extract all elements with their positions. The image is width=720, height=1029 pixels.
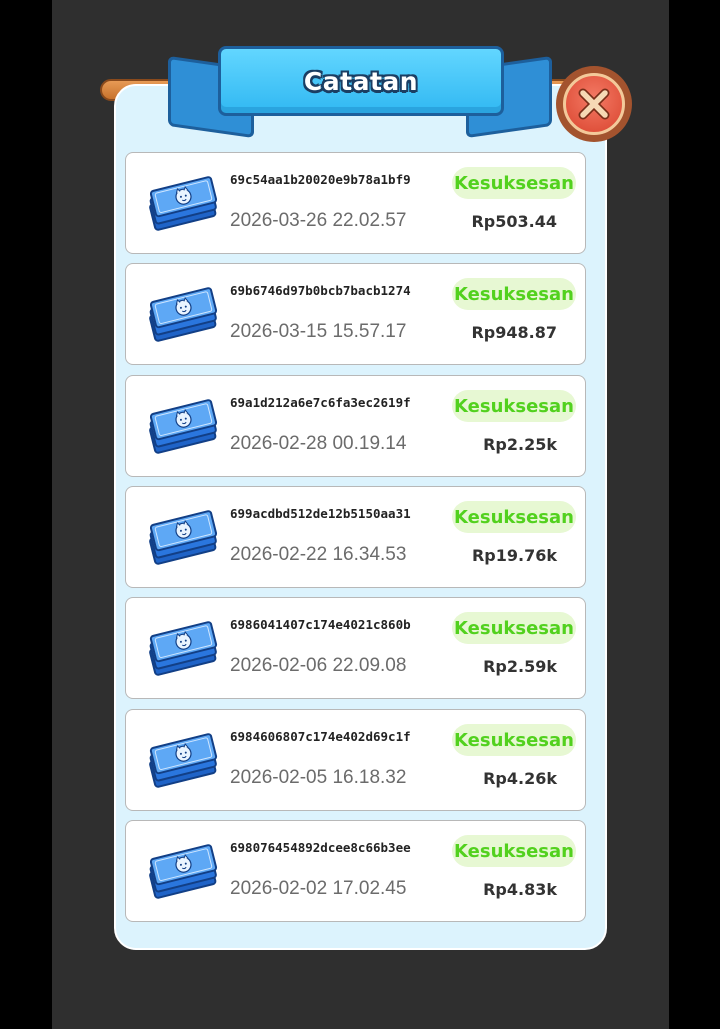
status-badge: Kesuksesan xyxy=(452,501,576,533)
record-row[interactable]: 699acdbd512de12b5150aa31 2026-02-22 16.34… xyxy=(125,486,586,588)
record-date: 2026-02-02 17.02.45 xyxy=(230,878,407,899)
record-amount: Rp503.44 xyxy=(471,212,557,231)
banknote-stack-icon xyxy=(146,843,220,899)
record-id: 699acdbd512de12b5150aa31 xyxy=(230,506,411,521)
record-row[interactable]: 6986041407c174e4021c860b 2026-02-06 22.09… xyxy=(125,597,586,699)
record-date: 2026-03-26 22.02.57 xyxy=(230,210,407,231)
status-badge: Kesuksesan xyxy=(452,390,576,422)
close-x-icon xyxy=(563,73,625,135)
record-row[interactable]: 69c54aa1b20020e9b78a1bf9 2026-03-26 22.02… xyxy=(125,152,586,254)
status-text: Kesuksesan xyxy=(454,172,574,194)
status-badge: Kesuksesan xyxy=(452,167,576,199)
record-id: 698076454892dcee8c66b3ee xyxy=(230,840,411,855)
record-id: 6986041407c174e4021c860b xyxy=(230,617,411,632)
record-amount: Rp4.83k xyxy=(483,880,557,899)
status-text: Kesuksesan xyxy=(454,729,574,751)
record-date: 2026-02-06 22.09.08 xyxy=(230,655,407,676)
status-text: Kesuksesan xyxy=(454,283,574,305)
banknote-stack-icon xyxy=(146,620,220,676)
record-amount: Rp4.26k xyxy=(483,769,557,788)
status-badge: Kesuksesan xyxy=(452,278,576,310)
record-amount: Rp19.76k xyxy=(471,546,557,565)
banknote-stack-icon xyxy=(146,509,220,565)
banknote-stack-icon xyxy=(146,175,220,231)
record-amount: Rp2.59k xyxy=(483,657,557,676)
record-id: 69c54aa1b20020e9b78a1bf9 xyxy=(230,172,411,187)
status-badge: Kesuksesan xyxy=(452,612,576,644)
status-text: Kesuksesan xyxy=(454,395,574,417)
record-row[interactable]: 69a1d212a6e7c6fa3ec2619f 2026-02-28 00.19… xyxy=(125,375,586,477)
record-row[interactable]: 69b6746d97b0bcb7bacb1274 2026-03-15 15.57… xyxy=(125,263,586,365)
record-amount: Rp2.25k xyxy=(483,435,557,454)
banknote-stack-icon xyxy=(146,732,220,788)
record-date: 2026-02-28 00.19.14 xyxy=(230,433,407,454)
record-id: 69b6746d97b0bcb7bacb1274 xyxy=(230,283,411,298)
status-badge: Kesuksesan xyxy=(452,835,576,867)
status-text: Kesuksesan xyxy=(454,617,574,639)
record-row[interactable]: 698076454892dcee8c66b3ee 2026-02-02 17.02… xyxy=(125,820,586,922)
status-text: Kesuksesan xyxy=(454,506,574,528)
close-button[interactable] xyxy=(556,66,632,142)
status-badge: Kesuksesan xyxy=(452,724,576,756)
record-id: 6984606807c174e402d69c1f xyxy=(230,729,411,744)
status-text: Kesuksesan xyxy=(454,840,574,862)
record-date: 2026-02-05 16.18.32 xyxy=(230,767,407,788)
banknote-stack-icon xyxy=(146,398,220,454)
record-row[interactable]: 6984606807c174e402d69c1f 2026-02-05 16.18… xyxy=(125,709,586,811)
record-date: 2026-03-15 15.57.17 xyxy=(230,321,407,342)
record-id: 69a1d212a6e7c6fa3ec2619f xyxy=(230,395,411,410)
record-amount: Rp948.87 xyxy=(471,323,557,342)
record-date: 2026-02-22 16.34.53 xyxy=(230,544,407,565)
title-ribbon: Catatan xyxy=(218,46,504,116)
banknote-stack-icon xyxy=(146,286,220,342)
dialog-title: Catatan xyxy=(303,66,419,96)
